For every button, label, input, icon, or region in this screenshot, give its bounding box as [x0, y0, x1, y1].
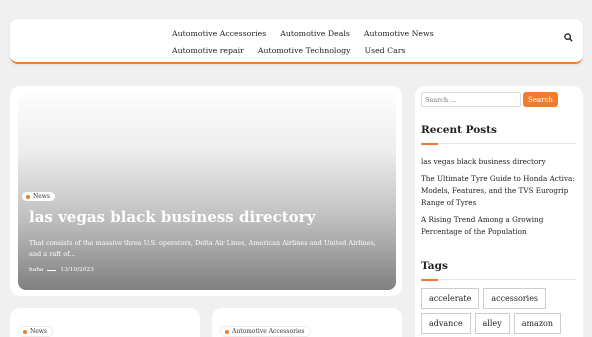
post-category-label: Automotive Accessories [232, 328, 305, 335]
widget-divider [421, 278, 576, 281]
tag-item[interactable]: accessories [483, 288, 547, 309]
tags-title: Tags [421, 260, 448, 272]
nav-item-automotive-technology[interactable]: Automotive Technology [258, 42, 351, 59]
search-button[interactable]: Search [523, 92, 558, 107]
recent-post-link[interactable]: A Rising Trend Among a Growing Percentag… [421, 214, 579, 238]
tag-item[interactable]: accelerate [421, 288, 480, 309]
featured-post-card [10, 86, 402, 296]
recent-posts-title: Recent Posts [421, 124, 497, 136]
featured-post-meta: haha 13/10/2023 [29, 267, 94, 273]
meta-divider [47, 269, 57, 271]
category-dot-icon [26, 194, 30, 199]
widget-divider [421, 142, 576, 145]
recent-post-link[interactable]: The Ultimate Tyre Guide to Honda Activa:… [421, 173, 579, 209]
category-dot-icon [23, 329, 27, 334]
category-dot-icon [225, 329, 229, 334]
search-input[interactable] [421, 92, 521, 107]
post-date[interactable]: 13/10/2023 [60, 267, 93, 273]
featured-category-badge[interactable]: News [22, 192, 56, 201]
tag-item[interactable]: amazon [513, 313, 561, 334]
post-category-label: News [30, 328, 48, 335]
featured-category-label: News [33, 193, 51, 200]
main-nav: Automotive Accessories Automotive Deals … [172, 25, 502, 59]
post-card: Automotive Accessories [212, 308, 402, 337]
tag-item[interactable]: advance [421, 313, 471, 334]
nav-item-used-cars[interactable]: Used Cars [365, 42, 406, 59]
sidebar: Search Recent Posts las vegas black busi… [415, 86, 583, 337]
tag-item[interactable]: alley [474, 313, 510, 334]
post-category-badge[interactable]: News [18, 326, 54, 337]
post-card: News [10, 308, 200, 337]
recent-posts-list: las vegas black business directory The U… [421, 156, 579, 243]
tag-cloud: accelerate accessories advance alley ama… [421, 288, 581, 337]
recent-post-link[interactable]: las vegas black business directory [421, 156, 579, 168]
nav-item-automotive-repair[interactable]: Automotive repair [172, 42, 244, 59]
featured-post-title[interactable]: las vegas black business directory [29, 208, 389, 226]
featured-post-image[interactable] [18, 94, 396, 290]
nav-item-automotive-deals[interactable]: Automotive Deals [280, 25, 350, 42]
site-header: Automotive Accessories Automotive Deals … [10, 19, 583, 64]
post-category-badge[interactable]: Automotive Accessories [220, 326, 311, 337]
post-author[interactable]: haha [29, 267, 43, 273]
featured-post-excerpt: That consists of the massive three U.S. … [29, 239, 376, 258]
search-icon[interactable] [564, 27, 574, 42]
nav-item-automotive-accessories[interactable]: Automotive Accessories [172, 25, 266, 42]
nav-item-automotive-news[interactable]: Automotive News [364, 25, 434, 42]
sidebar-search: Search [421, 92, 558, 107]
